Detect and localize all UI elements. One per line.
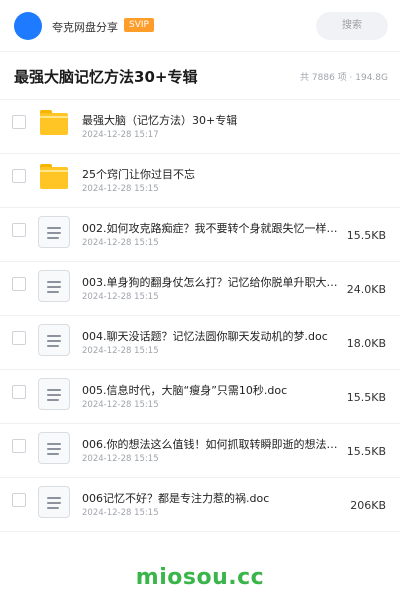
file-date: 2024-12-28 15:15 bbox=[82, 346, 159, 356]
file-size: 18.0KB bbox=[346, 337, 386, 350]
file-name[interactable]: 25个窍门让你过目不忘 bbox=[82, 166, 340, 182]
document-icon bbox=[38, 486, 70, 518]
file-date: 2024-12-28 15:15 bbox=[82, 238, 159, 248]
file-date: 2024-12-28 15:15 bbox=[82, 508, 159, 518]
file-size: 15.5KB bbox=[346, 445, 386, 458]
row-checkbox[interactable] bbox=[12, 223, 26, 237]
document-icon bbox=[38, 378, 70, 410]
title-row: 最强大脑记忆方法30+专辑 共 7886 项 · 194.8G bbox=[0, 52, 400, 100]
file-row[interactable]: 005.信息时代，大脑“瘦身”只需10秒.doc 2024-12-28 15:15… bbox=[0, 370, 400, 424]
file-size: 206KB bbox=[350, 499, 386, 512]
file-date: 2024-12-28 15:17 bbox=[82, 130, 159, 140]
avatar[interactable] bbox=[14, 12, 42, 40]
folder-icon bbox=[38, 108, 70, 140]
file-row[interactable]: 25个窍门让你过目不忘 2024-12-28 15:15 bbox=[0, 154, 400, 208]
folder-icon bbox=[38, 162, 70, 194]
file-name[interactable]: 004.聊天没话题？记忆法圆你聊天发动机的梦.doc bbox=[82, 328, 340, 344]
file-name[interactable]: 006记忆不好？都是专注力惹的祸.doc bbox=[82, 490, 340, 506]
file-name[interactable]: 最强大脑（记忆方法）30+专辑 bbox=[82, 112, 340, 128]
row-checkbox[interactable] bbox=[12, 277, 26, 291]
file-row[interactable]: 002.如何攻克路痴症？我不要转个身就跟失忆一样.doc 2024-12-28 1… bbox=[0, 208, 400, 262]
file-size: 24.0KB bbox=[346, 283, 386, 296]
document-icon bbox=[38, 216, 70, 248]
document-icon bbox=[38, 324, 70, 356]
document-icon bbox=[38, 432, 70, 464]
file-row[interactable]: 006记忆不好？都是专注力惹的祸.doc 2024-12-28 15:15 206K… bbox=[0, 478, 400, 532]
row-checkbox[interactable] bbox=[12, 331, 26, 345]
file-list: 最强大脑（记忆方法）30+专辑 2024-12-28 15:17 25个窍门让你过目… bbox=[0, 100, 400, 532]
top-bar: 夸克网盘分享 SVIP 搜索 bbox=[0, 0, 400, 52]
row-checkbox[interactable] bbox=[12, 169, 26, 183]
file-name[interactable]: 002.如何攻克路痴症？我不要转个身就跟失忆一样.doc bbox=[82, 220, 340, 236]
document-icon bbox=[38, 324, 70, 356]
file-row[interactable]: 最强大脑（记忆方法）30+专辑 2024-12-28 15:17 bbox=[0, 100, 400, 154]
document-icon bbox=[38, 486, 70, 518]
row-checkbox[interactable] bbox=[12, 493, 26, 507]
file-name[interactable]: 006.你的想法这么值钱！如何抓取转瞬即逝的想法？.doc bbox=[82, 436, 340, 452]
row-checkbox[interactable] bbox=[12, 385, 26, 399]
page-title: 最强大脑记忆方法30+专辑 bbox=[14, 68, 198, 86]
file-size: 15.5KB bbox=[346, 391, 386, 404]
row-checkbox[interactable] bbox=[12, 115, 26, 129]
document-icon bbox=[38, 270, 70, 302]
folder-icon bbox=[40, 164, 68, 189]
file-name[interactable]: 003.单身狗的翻身仗怎么打？记忆给你脱单升职大法.doc bbox=[82, 274, 340, 290]
document-icon bbox=[38, 216, 70, 248]
file-date: 2024-12-28 15:15 bbox=[82, 454, 159, 464]
folder-icon bbox=[40, 110, 68, 135]
file-row[interactable]: 004.聊天没话题？记忆法圆你聊天发动机的梦.doc 2024-12-28 15:… bbox=[0, 316, 400, 370]
document-icon bbox=[38, 378, 70, 410]
file-date: 2024-12-28 15:15 bbox=[82, 292, 159, 302]
file-row[interactable]: 003.单身狗的翻身仗怎么打？记忆给你脱单升职大法.doc 2024-12-28 … bbox=[0, 262, 400, 316]
row-checkbox[interactable] bbox=[12, 439, 26, 453]
document-icon bbox=[38, 432, 70, 464]
svip-badge: SVIP bbox=[124, 18, 154, 32]
search-button[interactable]: 搜索 bbox=[316, 12, 388, 40]
watermark-text: miosou.cc bbox=[135, 565, 265, 590]
file-date: 2024-12-28 15:15 bbox=[82, 184, 159, 194]
file-name[interactable]: 005.信息时代，大脑“瘦身”只需10秒.doc bbox=[82, 382, 340, 398]
document-icon bbox=[38, 270, 70, 302]
share-title: 夸克网盘分享 bbox=[52, 21, 118, 34]
file-row[interactable]: 006.你的想法这么值钱！如何抓取转瞬即逝的想法？.doc 2024-12-28 … bbox=[0, 424, 400, 478]
file-stats: 共 7886 项 · 194.8G bbox=[300, 73, 388, 83]
file-date: 2024-12-28 15:15 bbox=[82, 400, 159, 410]
file-size: 15.5KB bbox=[346, 229, 386, 242]
